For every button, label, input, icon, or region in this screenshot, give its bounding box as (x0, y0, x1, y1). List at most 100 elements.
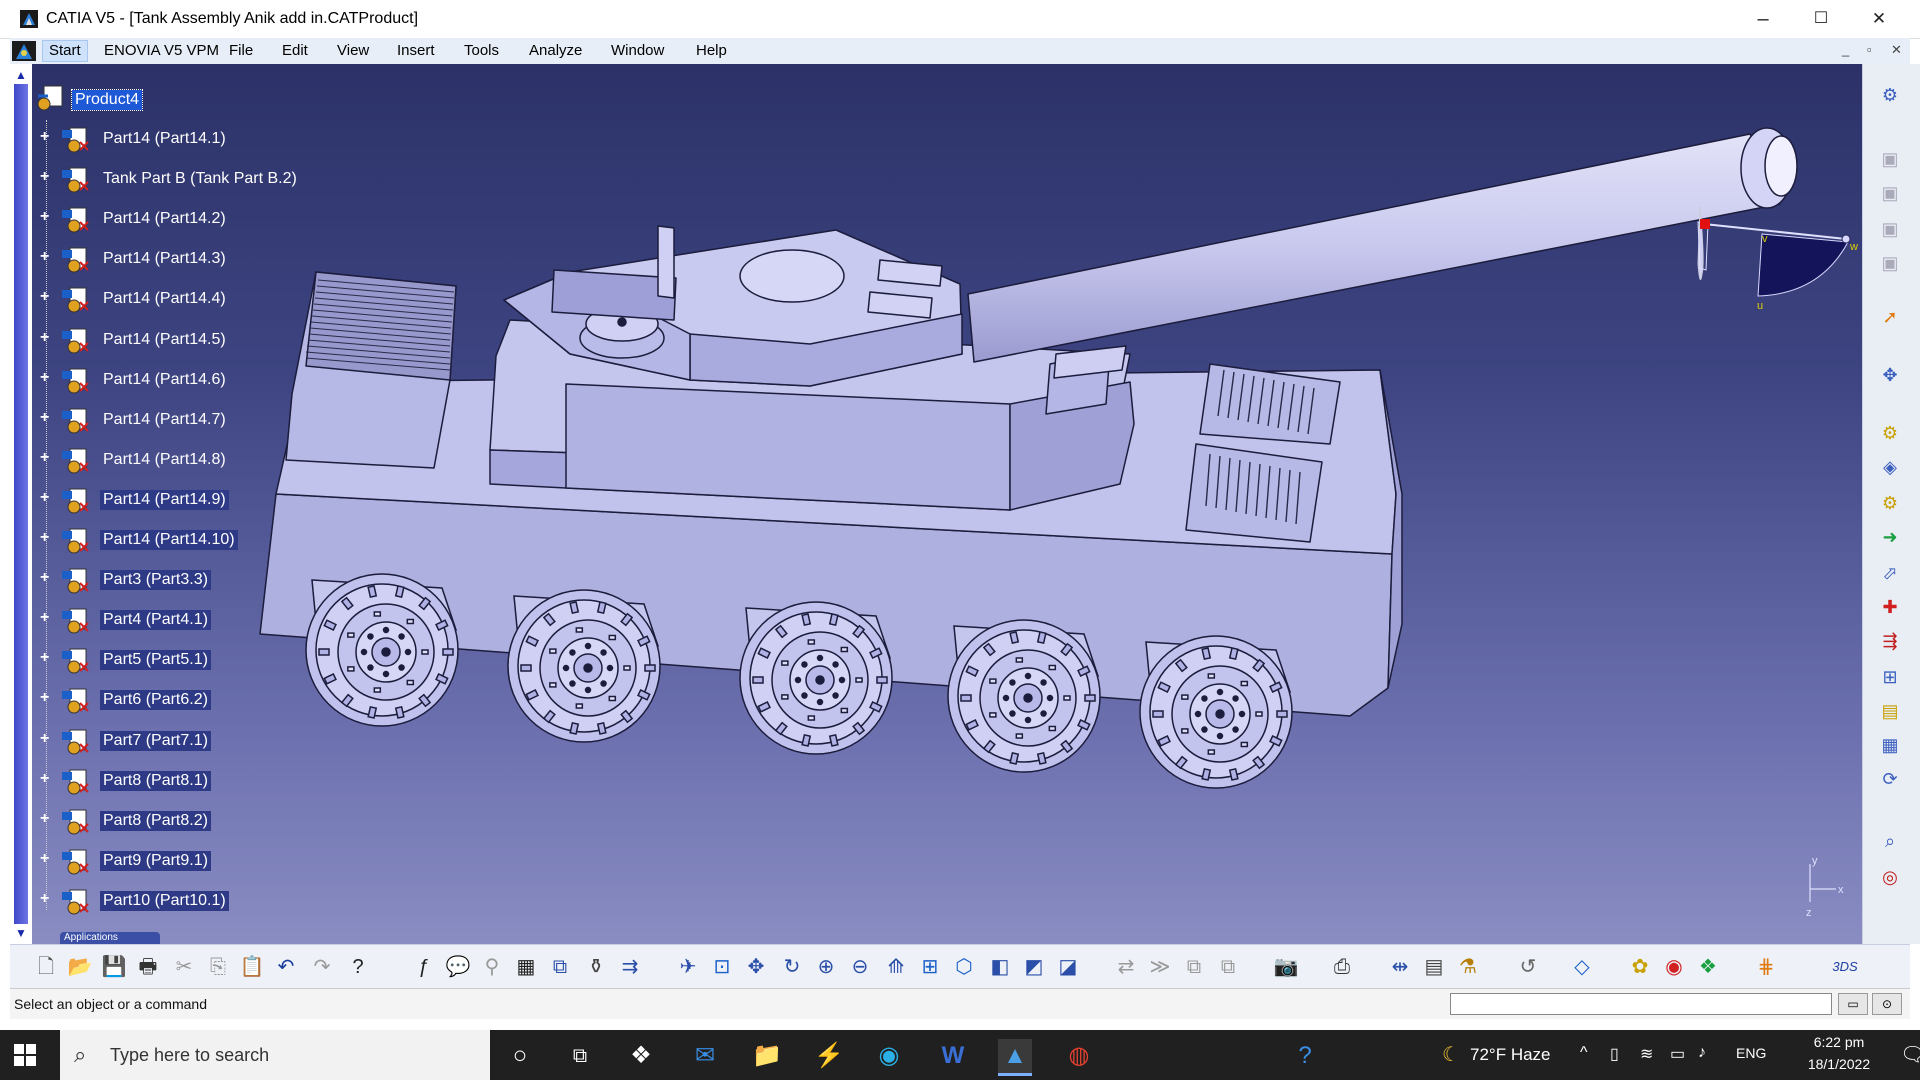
select-arrow-icon[interactable]: ➚ (1877, 304, 1903, 330)
clock-date[interactable]: 18/1/2022 (1794, 1056, 1884, 1072)
expand-plus-icon[interactable]: + (40, 209, 52, 225)
fix-icon[interactable]: ✚ (1877, 594, 1903, 620)
help-tray-icon[interactable]: ? (1288, 1039, 1322, 1073)
disable-icon[interactable]: ⇄ (1112, 953, 1140, 981)
tree-node-label[interactable]: Part14 (Part14.6) (100, 370, 229, 390)
expand-plus-icon[interactable]: + (40, 610, 52, 626)
multi-view-icon[interactable]: ⊞ (916, 953, 944, 981)
dropbox-icon[interactable]: ❖ (624, 1039, 658, 1073)
quick-constraint-icon[interactable]: ⊞ (1877, 664, 1903, 690)
expand-plus-icon[interactable]: + (40, 770, 52, 786)
tree-node-label[interactable]: Part8 (Part8.1) (100, 770, 211, 791)
road-wheel[interactable] (507, 589, 661, 743)
expand-plus-icon[interactable]: + (40, 169, 52, 185)
close-button[interactable]: ✕ (1850, 0, 1908, 38)
tree-scroll-track[interactable] (14, 84, 28, 924)
tree-scrollbar[interactable]: ▲ ▼ (10, 64, 32, 944)
tree-expand-icon[interactable]: ⇉ (616, 953, 644, 981)
grid-icon[interactable]: ⋕ (1752, 953, 1780, 981)
iso-view-icon[interactable]: ⬡ (950, 953, 978, 981)
chrome-icon[interactable]: ◍ (1062, 1039, 1096, 1073)
pan-icon[interactable]: ✥ (742, 953, 770, 981)
insert-part-icon[interactable]: ▣ (1877, 216, 1903, 242)
manipulate-icon[interactable]: ✥ (1877, 362, 1903, 388)
catia-logo-icon[interactable] (12, 41, 36, 61)
tree-node-label[interactable]: Part6 (Part6.2) (100, 690, 211, 711)
hide-show-icon[interactable]: ◩ (1020, 953, 1048, 981)
tree-node-label[interactable]: Part8 (Part8.2) (100, 810, 211, 831)
clash-icon[interactable]: ⚗ (1454, 953, 1482, 981)
tree-node-label[interactable]: Part14 (Part14.5) (100, 330, 229, 350)
word-icon[interactable]: W (936, 1039, 970, 1073)
doc-restore-button[interactable]: ▫ (1867, 42, 1872, 57)
tree-node-label[interactable]: Part14 (Part14.2) (100, 209, 229, 229)
scene-icon[interactable]: ❖ (1694, 953, 1722, 981)
print-icon[interactable]: 🖶 (134, 953, 162, 981)
tree-node-label[interactable]: Part14 (Part14.10) (100, 530, 238, 550)
applications-tab[interactable]: Applications (60, 932, 160, 944)
normal-view-icon[interactable]: ⟰ (882, 953, 910, 981)
table-icon[interactable]: ▦ (512, 953, 540, 981)
menu-help[interactable]: Help (696, 42, 727, 59)
expand-plus-icon[interactable]: + (40, 890, 52, 906)
render-icon[interactable]: ◉ (1660, 953, 1688, 981)
road-wheel[interactable] (1139, 635, 1293, 789)
tree-node-label[interactable]: Part14 (Part14.8) (100, 450, 229, 470)
chevron-up-icon[interactable]: ^ (1580, 1044, 1588, 1062)
windows-start-icon[interactable] (12, 1042, 38, 1068)
forward-icon[interactable]: ≫ (1146, 953, 1174, 981)
task-view-icon[interactable]: ⧉ (563, 1039, 597, 1073)
expand-plus-icon[interactable]: + (40, 409, 52, 425)
wifi-icon[interactable]: ≋ (1640, 1044, 1653, 1064)
expand-plus-icon[interactable]: + (40, 810, 52, 826)
menu-edit[interactable]: Edit (282, 42, 308, 59)
bill-of-material-icon[interactable]: ▤ (1420, 953, 1448, 981)
notifications-icon[interactable]: 🗨 (1900, 1042, 1920, 1067)
expand-plus-icon[interactable]: + (40, 650, 52, 666)
expand-plus-icon[interactable]: + (40, 570, 52, 586)
expand-plus-icon[interactable]: + (40, 129, 52, 145)
whats-this-icon[interactable]: ? (344, 953, 372, 981)
minimize-button[interactable]: – (1734, 0, 1792, 38)
capture-icon[interactable]: 📷 (1272, 953, 1300, 981)
file-explorer-icon[interactable]: 📁 (750, 1039, 784, 1073)
redo-icon[interactable]: ↷ (308, 953, 336, 981)
new-file-icon[interactable]: 🗋 (32, 953, 60, 981)
knowledge-icon[interactable]: 💬 (444, 953, 472, 981)
reuse-pattern-icon[interactable]: ▤ (1877, 698, 1903, 724)
coincidence-icon[interactable]: ◈ (1877, 454, 1903, 480)
swap-space-icon[interactable]: ◪ (1054, 953, 1082, 981)
expand-plus-icon[interactable]: + (40, 369, 52, 385)
expand-plus-icon[interactable]: + (40, 289, 52, 305)
measure-icon[interactable]: ⌕ (1877, 828, 1903, 854)
product-structure-icon[interactable]: ⧉ (1180, 953, 1208, 981)
menu-enovia[interactable]: ENOVIA V5 VPM (104, 42, 219, 59)
constraint-icon[interactable]: ⚙ (1877, 420, 1903, 446)
fly-mode-icon[interactable]: ✈ (674, 953, 702, 981)
battery-icon[interactable]: ▭ (1670, 1044, 1685, 1064)
plane-icon[interactable]: ◇ (1568, 953, 1596, 981)
tree-node-label[interactable]: Part14 (Part14.4) (100, 289, 229, 309)
distance-icon[interactable]: ⇹ (1386, 953, 1414, 981)
analysis-icon[interactable]: ◎ (1877, 864, 1903, 890)
zoom-in-icon[interactable]: ⊕ (812, 953, 840, 981)
expand-plus-icon[interactable]: + (40, 730, 52, 746)
paste-icon[interactable]: 📋 (238, 953, 266, 981)
menu-analyze[interactable]: Analyze (529, 42, 582, 59)
catalog-icon[interactable]: ⚱ (582, 953, 610, 981)
tree-node-label[interactable]: Part9 (Part9.1) (100, 850, 211, 871)
refresh-icon[interactable]: ↺ (1514, 953, 1542, 981)
tree-node-label[interactable]: Part14 (Part14.3) (100, 249, 229, 269)
power-input-camera-button[interactable]: ⊙ (1872, 993, 1902, 1015)
shading-icon[interactable]: ◧ (986, 953, 1014, 981)
undo-icon[interactable]: ↶ (272, 953, 300, 981)
contact-icon[interactable]: ⚙ (1877, 490, 1903, 516)
app-lightning-icon[interactable]: ⚡ (812, 1039, 846, 1073)
taskbar-search-box[interactable]: ⌕ Type here to search (60, 1030, 490, 1080)
device-icon[interactable]: ▯ (1610, 1044, 1619, 1064)
tree-node-label[interactable]: Part14 (Part14.9) (100, 489, 229, 510)
menu-start[interactable]: Start (42, 40, 88, 62)
tree-node-label[interactable]: Part3 (Part3.3) (100, 570, 211, 591)
expand-plus-icon[interactable]: + (40, 449, 52, 465)
language-indicator[interactable]: ENG (1736, 1045, 1766, 1061)
